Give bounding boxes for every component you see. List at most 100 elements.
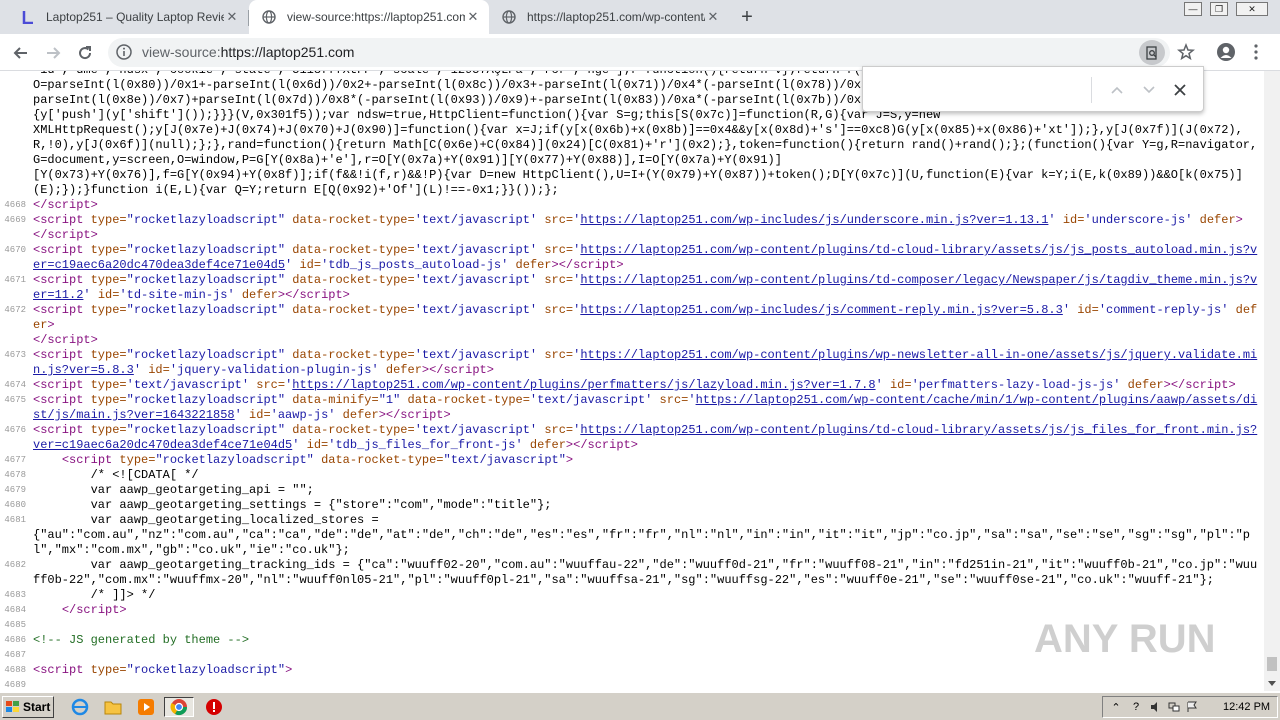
line-text: /* <![CDATA[ */ bbox=[33, 468, 199, 482]
find-in-page-icon[interactable] bbox=[1139, 40, 1165, 65]
find-input[interactable] bbox=[873, 79, 1073, 101]
line-number: 4674 bbox=[4, 380, 26, 390]
source-line: 4682 var aawp_geotargeting_tracking_ids … bbox=[0, 558, 1264, 588]
tab-close-icon[interactable]: ✕ bbox=[705, 9, 721, 25]
line-number bbox=[0, 168, 30, 198]
line-text: var aawp_geotargeting_localized_stores =… bbox=[33, 513, 1250, 557]
close-icon[interactable] bbox=[1168, 78, 1192, 102]
vertical-scrollbar[interactable] bbox=[1264, 71, 1280, 691]
tab-close-icon[interactable]: ✕ bbox=[465, 9, 481, 25]
reload-icon[interactable] bbox=[72, 40, 98, 66]
source-code: 'id","dme","hdsx","cookie","state","5118… bbox=[0, 71, 1264, 691]
chrome-icon[interactable] bbox=[164, 697, 194, 717]
new-tab-button[interactable]: + bbox=[736, 6, 758, 28]
help-icon[interactable]: ? bbox=[1129, 700, 1143, 714]
line-number: 4681 bbox=[4, 515, 26, 525]
start-label: Start bbox=[23, 700, 51, 714]
bookmark-star-icon[interactable] bbox=[1174, 40, 1198, 64]
source-link[interactable]: https://laptop251.com/wp-content/plugins… bbox=[292, 378, 875, 392]
line-text: </script> bbox=[33, 198, 98, 212]
source-line: 4681 var aawp_geotargeting_localized_sto… bbox=[0, 513, 1264, 558]
source-line: 4689 bbox=[0, 678, 1264, 691]
tray-expand-icon[interactable]: ⌃ bbox=[1109, 700, 1123, 714]
line-text bbox=[30, 678, 1264, 691]
address-url[interactable]: view-source:https://laptop251.com bbox=[142, 44, 354, 60]
line-text: <script type="rocketlazyloadscript" data… bbox=[33, 243, 1258, 272]
line-text: <script type='text/javascript' src='http… bbox=[33, 378, 1236, 392]
restore-icon[interactable]: ❐ bbox=[1210, 2, 1228, 16]
source-line: 4678 /* <![CDATA[ */ bbox=[0, 468, 1264, 483]
line-text: var aawp_geotargeting_tracking_ids = {"c… bbox=[33, 558, 1258, 587]
internet-explorer-icon[interactable] bbox=[70, 697, 90, 717]
source-line: 4669 <script type="rocketlazyloadscript" … bbox=[0, 213, 1264, 243]
line-number bbox=[0, 108, 30, 123]
forward-arrow-icon[interactable] bbox=[40, 40, 66, 66]
chevron-down-icon[interactable] bbox=[1137, 78, 1161, 102]
chevron-up-icon[interactable] bbox=[1105, 78, 1129, 102]
source-line: 4672 <script type="rocketlazyloadscript" … bbox=[0, 303, 1264, 348]
watermark-text: ANY RUN bbox=[1034, 617, 1216, 661]
find-divider bbox=[1091, 77, 1092, 103]
windows-taskbar: Start ⌃ ? 12:42 PM bbox=[0, 692, 1280, 720]
line-number: 4682 bbox=[4, 560, 26, 570]
line-text: /* ]]> */ bbox=[33, 588, 156, 602]
media-player-icon[interactable] bbox=[136, 697, 156, 717]
line-text: <script type="rocketlazyloadscript" data… bbox=[33, 348, 1258, 377]
line-number: 4689 bbox=[4, 680, 26, 690]
source-line: [Y(0x73)+Y(0x76)],f=G[Y(0x94)+Y(0x8f)];i… bbox=[0, 168, 1264, 198]
source-line: 4679 var aawp_geotargeting_api = ""; bbox=[0, 483, 1264, 498]
profile-avatar-icon[interactable] bbox=[1214, 40, 1238, 64]
taskbar-clock: 12:42 PM bbox=[1223, 701, 1271, 713]
folder-icon[interactable] bbox=[103, 697, 123, 717]
line-number bbox=[0, 123, 30, 168]
tab-wp-content[interactable]: https://laptop251.com/wp-content/p ✕ bbox=[489, 0, 729, 34]
line-number: 4679 bbox=[4, 485, 26, 495]
minimize-icon[interactable]: — bbox=[1184, 2, 1202, 16]
source-line: 4670 <script type="rocketlazyloadscript" … bbox=[0, 243, 1264, 273]
stop-shield-icon[interactable] bbox=[204, 697, 224, 717]
line-number bbox=[0, 71, 30, 78]
source-link[interactable]: https://laptop251.com/wp-includes/js/und… bbox=[580, 213, 1048, 227]
line-text: <script type="rocketlazyloadscript" data… bbox=[33, 273, 1258, 302]
scrollbar-thumb[interactable] bbox=[1267, 657, 1277, 671]
tab-laptop251[interactable]: Laptop251 – Quality Laptop Reviews ✕ bbox=[8, 0, 248, 34]
line-number bbox=[0, 78, 30, 93]
flag-icon[interactable] bbox=[1185, 700, 1199, 714]
globe-icon bbox=[261, 9, 277, 25]
line-text: [Y(0x73)+Y(0x76)],f=G[Y(0x94)+Y(0x8f)];i… bbox=[33, 168, 1243, 197]
line-text: <script type="rocketlazyloadscript" data… bbox=[33, 393, 1258, 422]
source-line: 4683 /* ]]> */ bbox=[0, 588, 1264, 603]
line-number: 4687 bbox=[4, 650, 26, 660]
source-line: 4673 <script type="rocketlazyloadscript" … bbox=[0, 348, 1264, 378]
address-bar[interactable]: view-source:https://laptop251.com bbox=[108, 38, 1170, 67]
tab-title: Laptop251 – Quality Laptop Reviews bbox=[46, 10, 224, 24]
line-number: 4684 bbox=[4, 605, 26, 615]
laptop251-logo-icon bbox=[20, 9, 36, 25]
tab-view-source[interactable]: view-source:https://laptop251.com ✕ bbox=[249, 0, 489, 34]
source-link[interactable]: https://laptop251.com/wp-includes/js/com… bbox=[580, 303, 1062, 317]
line-text: <script type="rocketlazyloadscript" data… bbox=[33, 423, 1258, 452]
volume-icon[interactable] bbox=[1149, 700, 1163, 714]
scroll-down-arrow-icon[interactable] bbox=[1267, 675, 1277, 687]
windows-logo-icon bbox=[5, 700, 21, 714]
line-number: 4683 bbox=[4, 590, 26, 600]
start-button[interactable]: Start bbox=[2, 696, 54, 718]
network-icon[interactable] bbox=[1167, 700, 1181, 714]
source-line: 4671 <script type="rocketlazyloadscript" … bbox=[0, 273, 1264, 303]
kebab-menu-icon[interactable] bbox=[1246, 40, 1266, 64]
line-number: 4676 bbox=[4, 425, 26, 435]
tab-title: https://laptop251.com/wp-content/p bbox=[527, 10, 705, 24]
tab-close-icon[interactable]: ✕ bbox=[224, 9, 240, 25]
line-text: var aawp_geotargeting_api = ""; bbox=[33, 483, 314, 497]
window-close-icon[interactable]: ✕ bbox=[1236, 2, 1268, 16]
source-line: 4677 <script type="rocketlazyloadscript"… bbox=[0, 453, 1264, 468]
line-number: 4670 bbox=[4, 245, 26, 255]
source-line: XMLHttpRequest();y[J(0x7e)+J(0x74)+J(0x7… bbox=[0, 123, 1264, 168]
line-number bbox=[0, 93, 30, 108]
tab-strip: Laptop251 – Quality Laptop Reviews ✕ vie… bbox=[0, 0, 1280, 34]
anyrun-watermark: ANY RUN bbox=[1034, 606, 1234, 670]
source-line: 4680 var aawp_geotargeting_settings = {"… bbox=[0, 498, 1264, 513]
back-arrow-icon[interactable] bbox=[8, 40, 34, 66]
tab-title: view-source:https://laptop251.com bbox=[287, 10, 465, 24]
info-icon[interactable] bbox=[116, 44, 132, 60]
